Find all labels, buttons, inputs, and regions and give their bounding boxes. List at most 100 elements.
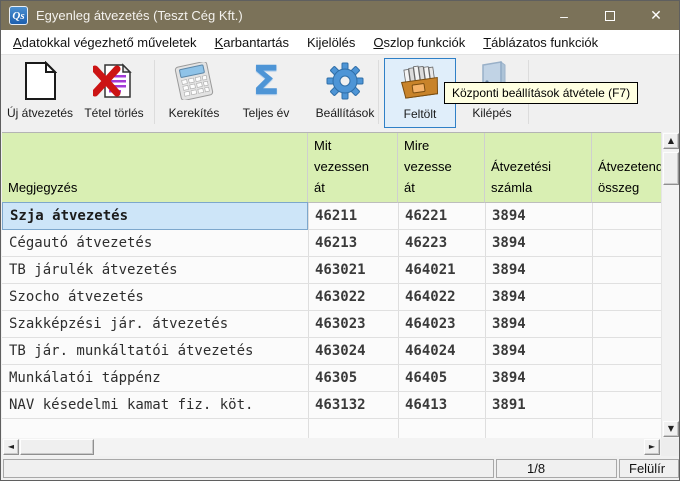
window-title: Egyenleg átvezetés (Teszt Cég Kft.) (36, 8, 541, 23)
cell-from[interactable]: 46213 (308, 230, 398, 256)
menu-item-adatokkal[interactable]: Adatokkal végezhető műveletek (4, 30, 206, 54)
transfers-table: Megjegyzés Mit vezessen át Mire vezesse … (2, 132, 661, 438)
table-row[interactable]: NAV késedelmi kamat fiz. köt. 463132 464… (2, 392, 661, 419)
cell-account[interactable]: 3891 (485, 392, 592, 418)
toolbar-separator (378, 60, 379, 124)
cell-account[interactable]: 3894 (485, 311, 592, 337)
delete-item-button[interactable]: Tétel törlés (77, 58, 151, 128)
maximize-button[interactable] (587, 1, 633, 30)
cell-to[interactable]: 46221 (398, 203, 485, 229)
cell-from[interactable]: 463021 (308, 257, 398, 283)
cell-from[interactable]: 463023 (308, 311, 398, 337)
sigma-icon: Σ (252, 58, 279, 104)
cell-account[interactable]: 3894 (485, 338, 592, 364)
rounding-button[interactable]: Kerekítés (157, 58, 231, 128)
table-row[interactable]: Munkálatói táppénz 46305 46405 3894 (2, 365, 661, 392)
table-row[interactable]: TB jár. munkáltatói átvezetés 463024 464… (2, 338, 661, 365)
toolbar-separator (154, 60, 155, 124)
status-message-panel (3, 459, 494, 478)
cell-account[interactable]: 3894 (485, 284, 592, 310)
record-position: 1/8 (527, 461, 545, 476)
table-row[interactable]: Szakképzési jár. átvezetés 463023 464023… (2, 311, 661, 338)
full-year-button[interactable]: Σ Teljes év (229, 58, 303, 128)
horizontal-scroll-thumb[interactable] (20, 439, 94, 455)
vertical-scrollbar[interactable]: ▲ ▼ (661, 132, 679, 438)
column-header-atvezetesi-szamla[interactable]: Átvezetési számla (485, 133, 592, 203)
cell-amount[interactable] (592, 284, 661, 310)
menu-item-kijeloles[interactable]: Kijelölés (298, 30, 364, 54)
tooltip: Központi beállítások átvétele (F7) (444, 82, 638, 104)
scroll-up-button[interactable]: ▲ (663, 133, 679, 149)
table-body: Szja átvezetés 46211 46221 3894 Cégautó … (2, 203, 661, 439)
close-button[interactable]: ✕ (633, 1, 679, 30)
column-header-atvezetendo-osszeg[interactable]: Átvezetendő összeg (592, 133, 661, 203)
cell-note[interactable]: NAV késedelmi kamat fiz. köt. (2, 392, 308, 418)
cell-to[interactable]: 464022 (398, 284, 485, 310)
new-transfer-button[interactable]: Új átvezetés (3, 58, 77, 128)
record-position-panel: 1/8 (496, 459, 617, 478)
vertical-scroll-thumb[interactable] (663, 152, 679, 185)
cell-note[interactable]: TB járulék átvezetés (2, 257, 308, 283)
card-file-icon (398, 59, 442, 105)
cell-from[interactable]: 463132 (308, 392, 398, 418)
menu-item-tablazatos-funkciok[interactable]: Táblázatos funkciók (474, 30, 607, 54)
cell-amount[interactable] (592, 365, 661, 391)
cell-amount[interactable] (592, 203, 661, 229)
cell-amount[interactable] (592, 392, 661, 418)
cell-to[interactable]: 464023 (398, 311, 485, 337)
statusbar: 1/8 Felülír (1, 458, 679, 480)
cell-amount[interactable] (592, 338, 661, 364)
horizontal-scrollbar[interactable]: ◄ ► (2, 438, 661, 456)
cell-note[interactable]: Szakképzési jár. átvezetés (2, 311, 308, 337)
edit-mode-panel: Felülír (619, 459, 679, 478)
table-row[interactable]: TB járulék átvezetés 463021 464021 3894 (2, 257, 661, 284)
table-header: Megjegyzés Mit vezessen át Mire vezesse … (2, 133, 661, 203)
cell-to[interactable]: 46223 (398, 230, 485, 256)
cell-from[interactable]: 463024 (308, 338, 398, 364)
cell-from[interactable]: 463022 (308, 284, 398, 310)
table-row[interactable]: Szja átvezetés 46211 46221 3894 (2, 203, 661, 230)
menubar: Adatokkal végezhető műveletek Karbantart… (1, 30, 679, 55)
scrollbar-corner (661, 438, 679, 456)
cell-amount[interactable] (592, 311, 661, 337)
cell-account[interactable]: 3894 (485, 365, 592, 391)
menu-item-oszlop-funkciok[interactable]: Oszlop funkciók (364, 30, 474, 54)
cell-note[interactable]: TB jár. munkáltatói átvezetés (2, 338, 308, 364)
cell-amount[interactable] (592, 230, 661, 256)
cell-account[interactable]: 3894 (485, 230, 592, 256)
cell-from[interactable]: 46305 (308, 365, 398, 391)
maximize-icon (605, 11, 615, 21)
window-controls: – ✕ (541, 1, 679, 30)
cell-to[interactable]: 464024 (398, 338, 485, 364)
minimize-button[interactable]: – (541, 1, 587, 30)
table-row[interactable]: Szocho átvezetés 463022 464022 3894 (2, 284, 661, 311)
cell-note-selected[interactable]: Szja átvezetés (2, 202, 308, 230)
app-window: Qs Egyenleg átvezetés (Teszt Cég Kft.) –… (0, 0, 680, 481)
titlebar: Qs Egyenleg átvezetés (Teszt Cég Kft.) –… (1, 1, 679, 30)
cell-note[interactable]: Munkálatói táppénz (2, 365, 308, 391)
menu-item-karbantartas[interactable]: Karbantartás (206, 30, 298, 54)
app-icon: Qs (9, 6, 28, 25)
cell-account[interactable]: 3894 (485, 203, 592, 229)
edit-mode: Felülír (629, 461, 665, 476)
table-row[interactable]: Cégautó átvezetés 46213 46223 3894 (2, 230, 661, 257)
gear-icon (326, 58, 364, 104)
column-header-mit-vezessen-at[interactable]: Mit vezessen át (308, 133, 398, 203)
new-document-icon (23, 58, 57, 104)
calculator-icon (173, 58, 215, 104)
settings-button[interactable]: Beállítások (308, 58, 382, 128)
cell-to[interactable]: 46413 (398, 392, 485, 418)
cell-note[interactable]: Szocho átvezetés (2, 284, 308, 310)
delete-document-icon (93, 58, 135, 104)
column-header-megjegyzes[interactable]: Megjegyzés (2, 133, 308, 203)
column-header-mire-vezesse-at[interactable]: Mire vezesse át (398, 133, 485, 203)
scroll-down-button[interactable]: ▼ (663, 421, 679, 437)
cell-amount[interactable] (592, 257, 661, 283)
cell-to[interactable]: 46405 (398, 365, 485, 391)
cell-account[interactable]: 3894 (485, 257, 592, 283)
scroll-left-button[interactable]: ◄ (3, 439, 19, 455)
scroll-right-button[interactable]: ► (644, 439, 660, 455)
cell-to[interactable]: 464021 (398, 257, 485, 283)
cell-from[interactable]: 46211 (308, 203, 398, 229)
cell-note[interactable]: Cégautó átvezetés (2, 230, 308, 256)
